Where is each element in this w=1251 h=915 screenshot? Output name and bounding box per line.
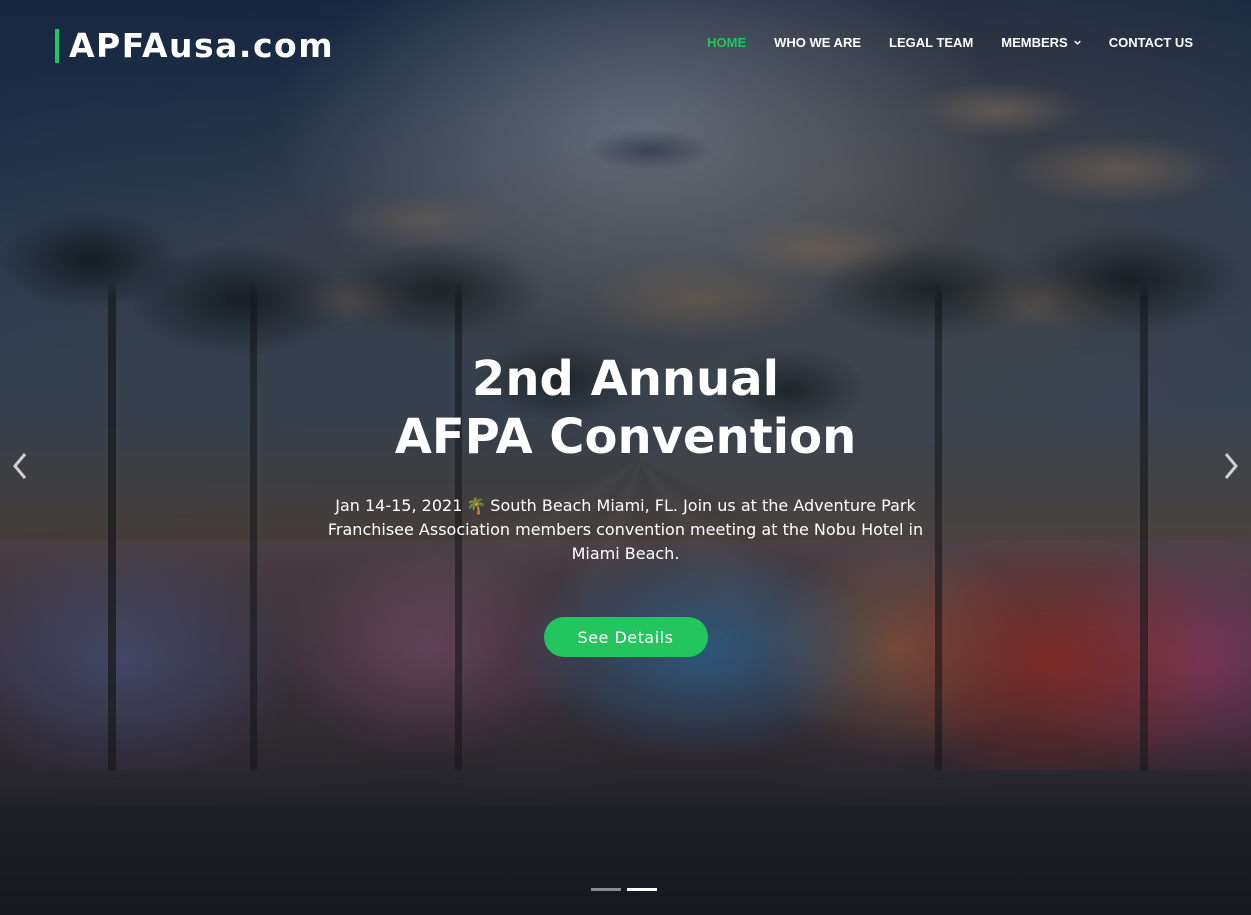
nav-item-home[interactable]: HOME bbox=[707, 35, 746, 50]
chevron-right-icon bbox=[1224, 453, 1238, 479]
carousel-next-button[interactable] bbox=[1216, 448, 1246, 484]
slide-title-line2: AFPA Convention bbox=[394, 409, 857, 465]
logo-accent-bar bbox=[55, 28, 59, 63]
nav-item-label: LEGAL TEAM bbox=[889, 35, 974, 50]
palm-tree-icon: 🌴 bbox=[466, 496, 487, 515]
carousel-indicator-1[interactable] bbox=[591, 888, 621, 891]
main-nav: HOME WHO WE ARE LEGAL TEAM MEMBERS CONTA… bbox=[679, 35, 1193, 50]
carousel-indicators bbox=[591, 888, 663, 891]
nav-item-legal-team[interactable]: LEGAL TEAM bbox=[889, 35, 973, 50]
nav-item-members[interactable]: MEMBERS bbox=[1001, 35, 1081, 50]
slide-title: 2nd Annual AFPA Convention bbox=[0, 350, 1251, 466]
nav-item-label: WHO WE ARE bbox=[774, 35, 862, 50]
carousel-prev-button[interactable] bbox=[5, 448, 35, 484]
site-header: APFAusa.com HOME WHO WE ARE LEGAL TEAM M… bbox=[0, 0, 1251, 88]
see-details-button[interactable]: See Details bbox=[543, 617, 708, 657]
nav-item-contact-us[interactable]: CONTACT US bbox=[1109, 35, 1193, 50]
nav-item-label: MEMBERS bbox=[1001, 35, 1068, 50]
chevron-left-icon bbox=[13, 453, 27, 479]
slide-date: Jan 14-15, 2021 bbox=[335, 496, 463, 515]
hero-carousel: APFAusa.com HOME WHO WE ARE LEGAL TEAM M… bbox=[0, 0, 1251, 915]
nav-item-who-we-are[interactable]: WHO WE ARE bbox=[774, 35, 861, 50]
slide-description: Jan 14-15, 2021 🌴 South Beach Miami, FL. J… bbox=[306, 494, 946, 566]
chevron-down-icon bbox=[1073, 40, 1081, 45]
carousel-indicator-2[interactable] bbox=[627, 888, 657, 891]
logo-text: APFAusa.com bbox=[69, 26, 335, 65]
slide-content: 2nd Annual AFPA Convention Jan 14-15, 20… bbox=[0, 350, 1251, 657]
site-logo[interactable]: APFAusa.com bbox=[55, 26, 334, 65]
nav-item-label: CONTACT US bbox=[1108, 35, 1193, 50]
slide-title-line1: 2nd Annual bbox=[471, 351, 780, 407]
nav-item-label: HOME bbox=[707, 35, 747, 50]
